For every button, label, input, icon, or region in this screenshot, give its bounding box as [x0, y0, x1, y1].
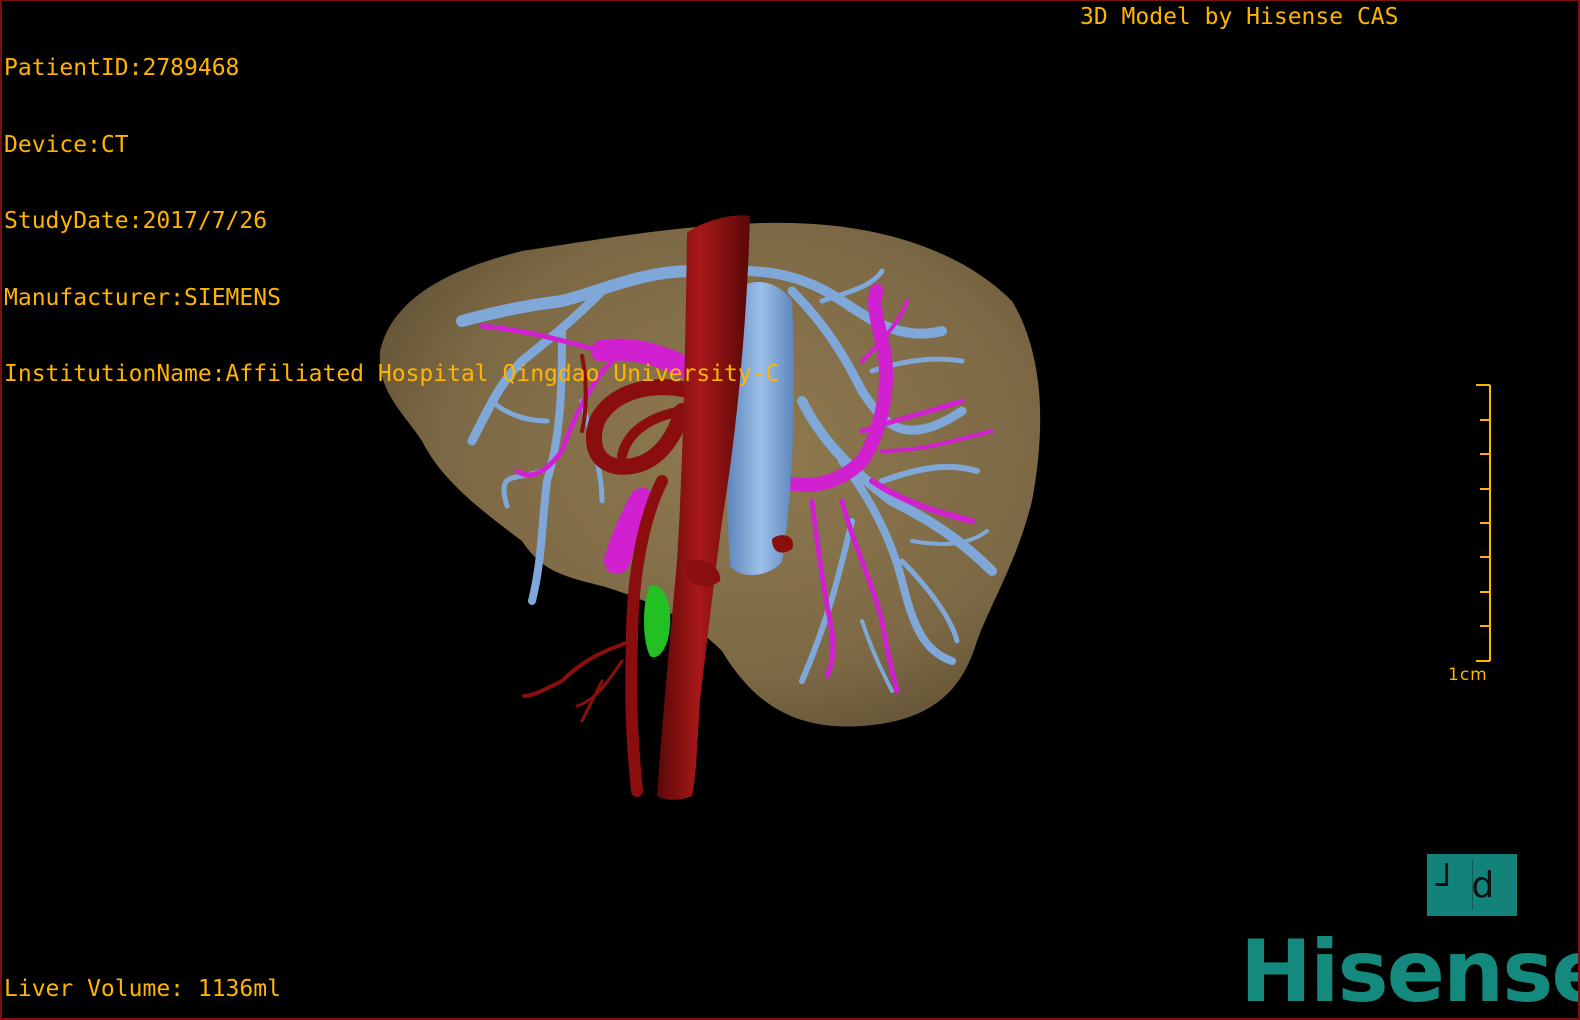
- orientation-cube-icon[interactable]: ┘d: [1427, 854, 1517, 916]
- institution-name: InstitutionName:Affiliated Hospital Qing…: [4, 361, 780, 387]
- scale-bar: [1476, 384, 1491, 662]
- scale-bar-label: 1cm: [1448, 665, 1488, 685]
- study-date: StudyDate:2017/7/26: [4, 208, 268, 234]
- device: Device:CT: [4, 131, 129, 158]
- study-info-overlay: PatientID:2789468 Device:CT StudyDate:20…: [4, 5, 779, 439]
- patient-id: PatientID:2789468: [4, 55, 240, 81]
- 3d-viewer-viewport[interactable]: PatientID:2789468 Device:CT StudyDate:20…: [0, 0, 1580, 1020]
- model-caption: 3D Model by Hisense CAS: [1080, 4, 1399, 30]
- orientation-divider: [1472, 860, 1473, 910]
- manufacturer: Manufacturer:SIEMENS: [4, 284, 281, 311]
- hisense-logo: Hisense: [1240, 922, 1580, 1020]
- liver-volume-readout: Liver Volume: 1136ml: [4, 976, 281, 1002]
